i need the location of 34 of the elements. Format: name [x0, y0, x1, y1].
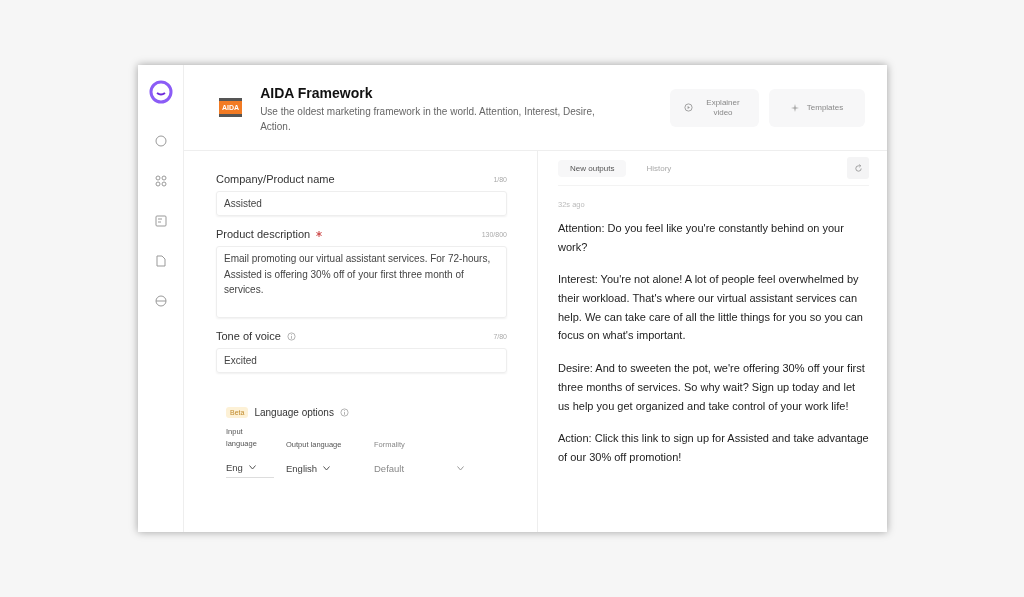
- explainer-video-button[interactable]: Explainer video: [670, 88, 759, 127]
- info-icon: [286, 331, 296, 341]
- chevron-down-icon: [457, 466, 464, 471]
- new-outputs-tab[interactable]: New outputs: [558, 159, 627, 177]
- text-input-field[interactable]: Assisted: [216, 191, 507, 216]
- text-input-field[interactable]: Excited: [216, 348, 507, 373]
- info-icon: [339, 408, 349, 417]
- grid-nav-icon[interactable]: [153, 174, 168, 188]
- db-nav-icon[interactable]: [153, 294, 168, 308]
- chat-nav-icon[interactable]: [153, 134, 168, 148]
- play-circle-icon: [684, 103, 693, 112]
- field-label: Tone of voice: [216, 330, 281, 342]
- page-description: Use the oldest marketing framework in the world. Attention, Interest, Desire, Action.: [260, 105, 596, 134]
- required-asterisk-icon: [316, 231, 323, 237]
- language-select[interactable]: English: [286, 459, 362, 478]
- file-nav-icon[interactable]: [153, 254, 168, 268]
- output-paragraph: Action: Click this link to sign up for Assisted and take advantage of our 30% off promotion!: [558, 431, 869, 465]
- section-title: Language options: [254, 407, 334, 418]
- chevron-down-icon: [248, 465, 256, 470]
- output-paragraph: Interest: You're not alone! A lot of people feel overwhelmed by their workload. That's where our virtual assistant services can help. We can take care of all the little things for you so you can focus on what's important.: [558, 272, 864, 344]
- doc-nav-icon[interactable]: [153, 214, 168, 228]
- language-select[interactable]: Eng: [226, 458, 274, 478]
- output-paragraph: Desire: And to sweeten the pot, we're offering 30% off your first three months of services. So why wait? Sign up today and let us help you get organized and take control of your work life!: [558, 361, 866, 414]
- sparkle-icon: [790, 103, 799, 112]
- output-paragraph: Attention: Do you feel like you're constantly behind on your work?: [558, 221, 845, 255]
- description-textarea[interactable]: Email promoting our virtual assistant services. For 72-hours, Assisted is offering 30% off of your first three month of services.: [216, 246, 507, 318]
- chevron-down-icon: [323, 466, 331, 471]
- refresh-button[interactable]: [847, 157, 869, 179]
- field-label: Product description: [216, 228, 311, 240]
- field-label: Company/Product name: [216, 173, 335, 185]
- refresh-icon: [853, 163, 863, 173]
- templates-button[interactable]: Templates: [769, 88, 865, 127]
- page-title: AIDA Framework: [260, 85, 374, 101]
- logo-icon: [148, 80, 173, 104]
